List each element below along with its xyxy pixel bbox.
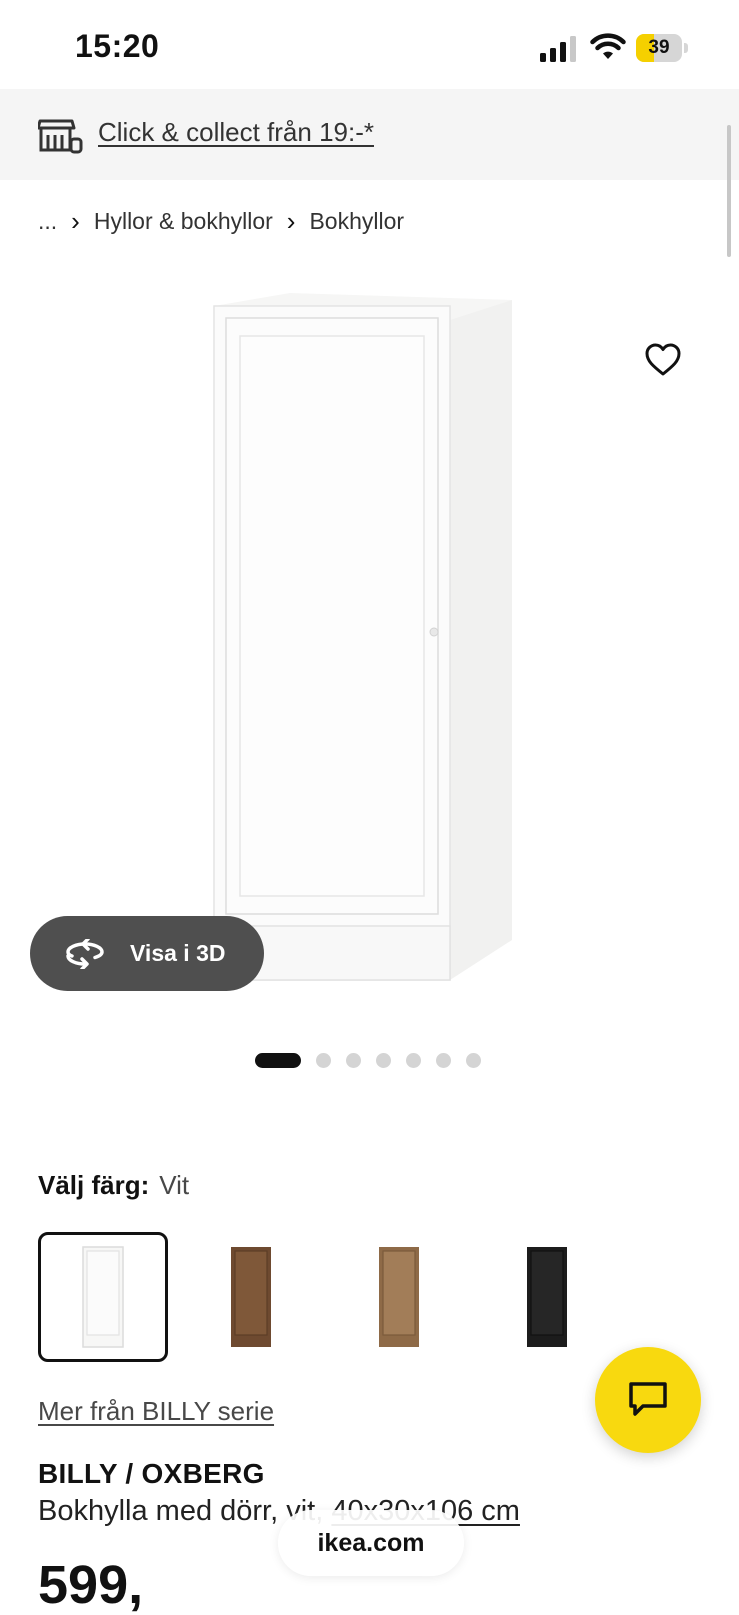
- oak-cabinet-thumbnail: [379, 1247, 419, 1347]
- color-select-value: Vit: [159, 1170, 190, 1200]
- color-option-black[interactable]: [482, 1232, 612, 1362]
- gallery-dot[interactable]: [316, 1052, 331, 1068]
- view-3d-label: Visa i 3D: [130, 940, 226, 966]
- gallery-dot[interactable]: [376, 1052, 391, 1068]
- product-image[interactable]: [200, 290, 530, 1010]
- breadcrumb-ellipsis[interactable]: ...: [38, 208, 57, 235]
- gallery-pagination[interactable]: [255, 1052, 496, 1068]
- chat-bubble-icon: [629, 1382, 667, 1416]
- gallery-dot[interactable]: [406, 1052, 421, 1068]
- breadcrumb-item-bookcases[interactable]: Bokhyllor: [309, 208, 404, 235]
- black-cabinet-thumbnail: [527, 1247, 567, 1347]
- battery-icon: 39: [636, 34, 688, 62]
- page-scrollbar[interactable]: [727, 125, 731, 257]
- status-bar: 15:20 39: [0, 0, 739, 90]
- chevron-right-icon: ›: [286, 205, 296, 236]
- series-link[interactable]: Mer från BILLY serie: [38, 1396, 274, 1427]
- gallery-dot[interactable]: [466, 1052, 481, 1068]
- view-3d-button[interactable]: Visa i 3D: [30, 916, 264, 991]
- chat-button[interactable]: [595, 1347, 701, 1453]
- gallery-dot[interactable]: [346, 1052, 361, 1068]
- store-pickup-icon: [38, 119, 83, 154]
- gallery-dot[interactable]: [436, 1052, 451, 1068]
- color-option-oak[interactable]: [334, 1232, 464, 1362]
- heart-icon[interactable]: [643, 340, 683, 380]
- color-option-brown-walnut[interactable]: [186, 1232, 316, 1362]
- breadcrumb-item-shelves[interactable]: Hyllor & bokhyllor: [94, 208, 273, 235]
- click-collect-banner: Click & collect från 19:-*: [0, 89, 739, 180]
- color-option-white[interactable]: [38, 1232, 168, 1362]
- rotate-3d-icon: [66, 938, 104, 969]
- battery-level: 39: [648, 37, 670, 58]
- click-collect-link[interactable]: Click & collect från 19:-*: [98, 117, 374, 148]
- browser-url: ikea.com: [317, 1528, 425, 1557]
- cellular-signal-icon: [540, 36, 576, 62]
- gallery-dot[interactable]: [255, 1052, 301, 1068]
- white-cabinet-thumbnail: [82, 1246, 124, 1348]
- breadcrumb: ... › Hyllor & bokhyllor › Bokhyllor: [38, 205, 404, 237]
- product-price: 599,: [38, 1555, 144, 1615]
- wifi-icon: [590, 33, 626, 59]
- brown-cabinet-thumbnail: [231, 1247, 271, 1347]
- status-time: 15:20: [75, 28, 160, 64]
- chevron-right-icon: ›: [71, 205, 80, 236]
- color-select-row: Välj färg: Vit: [38, 1170, 189, 1201]
- browser-url-bar[interactable]: ikea.com: [278, 1510, 464, 1576]
- color-select-label: Välj färg:: [38, 1170, 150, 1200]
- product-name: BILLY / OXBERG: [38, 1458, 265, 1489]
